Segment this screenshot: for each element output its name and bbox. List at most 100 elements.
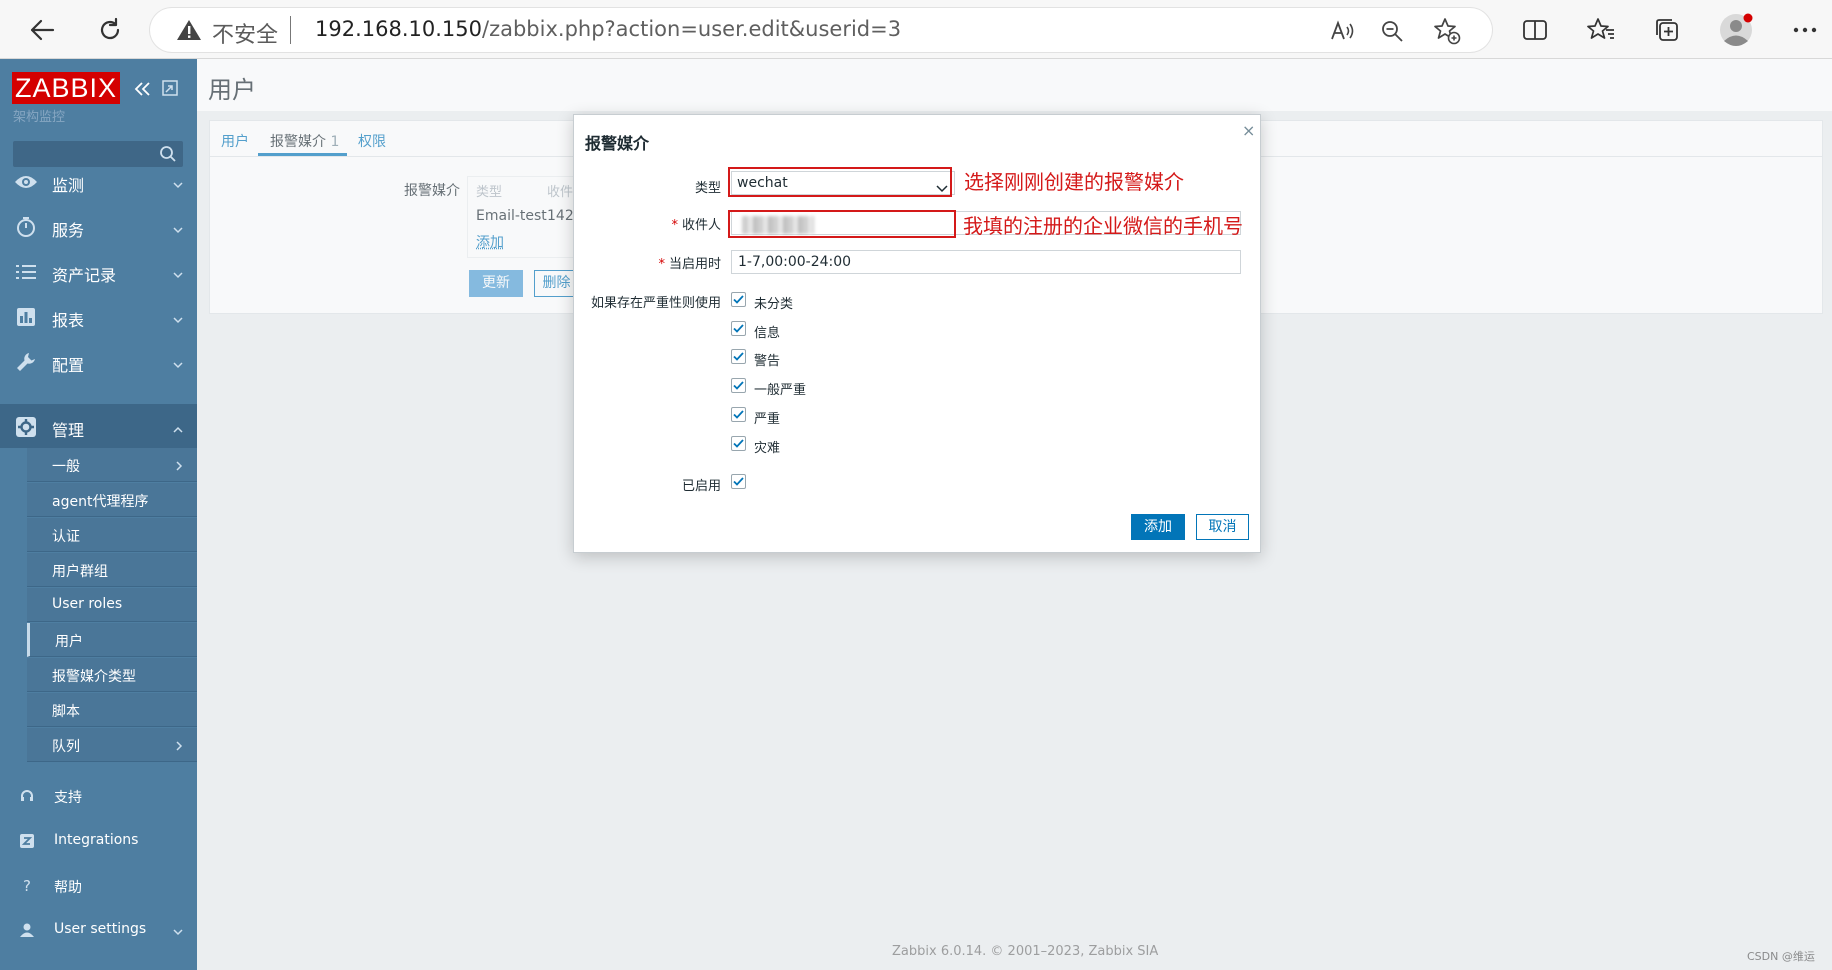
sendto-label: * 收件人 xyxy=(671,218,721,233)
insecure-label[interactable]: 不安全 xyxy=(212,17,278,49)
warning-icon[interactable] xyxy=(176,18,202,46)
submenu-user-roles[interactable]: User roles xyxy=(27,588,197,622)
severity-label-item: 未分类 xyxy=(754,297,794,312)
add-button[interactable]: 添加 xyxy=(1131,514,1185,540)
z-icon xyxy=(17,831,37,851)
menu-label: 支持 xyxy=(54,790,82,806)
kiosk-mode-icon[interactable] xyxy=(161,79,179,97)
submenu-users[interactable]: 用户 xyxy=(27,623,197,657)
favorites-icon[interactable] xyxy=(1583,12,1619,48)
profile-avatar[interactable] xyxy=(1718,12,1754,48)
favorite-add-icon[interactable] xyxy=(1432,16,1462,46)
close-icon[interactable]: × xyxy=(1242,121,1255,140)
submenu-queue[interactable]: 队列 xyxy=(27,728,197,762)
enabled-checkbox[interactable] xyxy=(731,474,746,489)
chevron-down-icon xyxy=(173,354,183,373)
menu-label: User settings xyxy=(54,921,147,937)
menu-integrations[interactable]: Integrations xyxy=(0,821,197,861)
submenu-scripts[interactable]: 脚本 xyxy=(27,693,197,727)
split-screen-icon[interactable] xyxy=(1517,12,1553,48)
chevron-down-icon xyxy=(173,174,183,193)
submenu-label: 脚本 xyxy=(52,704,80,720)
menu-label: Integrations xyxy=(54,832,139,848)
menu-label: 监测 xyxy=(52,176,85,195)
submenu-user-groups[interactable]: 用户群组 xyxy=(27,553,197,587)
clock-icon xyxy=(14,215,38,239)
chevron-down-icon xyxy=(173,309,183,328)
severity-label-item: 信息 xyxy=(754,326,781,341)
chevron-up-icon xyxy=(173,419,183,438)
submenu-label: 用户群组 xyxy=(52,564,108,580)
severity-checkbox[interactable] xyxy=(731,349,746,364)
severity-checkbox[interactable] xyxy=(731,436,746,451)
severity-label-item: 警告 xyxy=(754,354,781,369)
menu-label: 服务 xyxy=(52,221,85,240)
wrench-icon xyxy=(14,350,38,374)
address-bar[interactable]: 不安全 192.168.10.150/zabbix.php?action=use… xyxy=(150,8,1492,52)
submenu-general[interactable]: 一般 xyxy=(27,448,197,482)
severity-checkbox[interactable] xyxy=(731,378,746,393)
annotation-sendto-note: 我填的注册的企业微信的手机号 xyxy=(963,214,1243,238)
refresh-icon[interactable] xyxy=(90,10,130,50)
submenu-label: 报警媒介类型 xyxy=(52,669,136,685)
menu-configuration[interactable]: 配置 xyxy=(0,339,197,384)
submenu-proxies[interactable]: agent代理程序 xyxy=(27,483,197,517)
severity-label-item: 严重 xyxy=(754,412,781,427)
menu-label: 资产记录 xyxy=(52,266,117,285)
chevron-right-icon xyxy=(175,739,183,755)
when-active-label: * 当启用时 xyxy=(658,257,721,272)
collapse-sidebar-icon[interactable] xyxy=(133,79,153,99)
menu-user-settings[interactable]: User settings xyxy=(0,910,197,950)
eye-icon xyxy=(14,170,38,194)
severity-checkbox[interactable] xyxy=(731,292,746,307)
submenu-label: 认证 xyxy=(52,529,80,545)
submenu-label: User roles xyxy=(52,596,123,612)
menu-label: 配置 xyxy=(52,356,85,375)
dialog-title: 报警媒介 xyxy=(585,134,650,153)
severity-label: 如果存在严重性则使用 xyxy=(590,296,721,311)
gear-icon xyxy=(14,415,38,439)
annotation-box-sendto xyxy=(728,210,956,238)
more-icon[interactable] xyxy=(1787,12,1823,48)
menu-services[interactable]: 服务 xyxy=(0,204,197,249)
server-name: 架构监控 xyxy=(13,110,66,125)
url-text[interactable]: 192.168.10.150/zabbix.php?action=user.ed… xyxy=(315,17,901,41)
type-label: 类型 xyxy=(694,181,721,196)
menu-administration[interactable]: 管理 xyxy=(0,404,197,448)
submenu-media-types[interactable]: 报警媒介类型 xyxy=(27,658,197,692)
list-icon xyxy=(14,260,38,284)
menu-label: 帮助 xyxy=(54,880,82,896)
menu-inventory[interactable]: 资产记录 xyxy=(0,249,197,294)
headset-icon xyxy=(17,786,37,806)
severity-checkbox[interactable] xyxy=(731,321,746,336)
zoom-out-icon[interactable] xyxy=(1377,16,1407,46)
menu-support[interactable]: 支持 xyxy=(0,776,197,816)
sidebar: ZABBIX 架构监控 监测 服务 资产记录 报表 配置 管理 一般 agent… xyxy=(0,59,197,970)
url-host: 192.168.10.150 xyxy=(315,17,482,41)
read-aloud-icon[interactable] xyxy=(1327,16,1357,46)
severity-label-item: 一般严重 xyxy=(754,383,807,398)
menu-reports[interactable]: 报表 xyxy=(0,294,197,339)
collections-icon[interactable] xyxy=(1649,12,1685,48)
severity-checkbox[interactable] xyxy=(731,407,746,422)
chevron-down-icon xyxy=(173,924,183,940)
severity-label-item: 灾难 xyxy=(754,441,781,456)
menu-monitoring[interactable]: 监测 xyxy=(0,159,197,204)
menu-help[interactable]: ? 帮助 xyxy=(0,866,197,906)
back-icon[interactable] xyxy=(22,10,62,50)
when-active-input[interactable]: 1-7,00:00-24:00 xyxy=(731,250,1241,274)
menu-label: 管理 xyxy=(52,421,85,440)
submenu-authentication[interactable]: 认证 xyxy=(27,518,197,552)
submenu-label: 队列 xyxy=(52,739,80,755)
bar-chart-icon xyxy=(14,305,38,329)
user-icon xyxy=(17,920,37,940)
annotation-type-note: 选择刚刚创建的报警媒介 xyxy=(964,170,1184,194)
chevron-down-icon xyxy=(173,264,183,283)
zabbix-logo[interactable]: ZABBIX xyxy=(12,72,121,104)
annotation-box-type xyxy=(728,167,952,197)
submenu-label: 一般 xyxy=(52,459,80,475)
menu-label: 报表 xyxy=(52,311,85,330)
chevron-right-icon xyxy=(175,459,183,475)
cancel-button[interactable]: 取消 xyxy=(1196,514,1249,540)
browser-toolbar: 不安全 192.168.10.150/zabbix.php?action=use… xyxy=(0,0,1832,59)
